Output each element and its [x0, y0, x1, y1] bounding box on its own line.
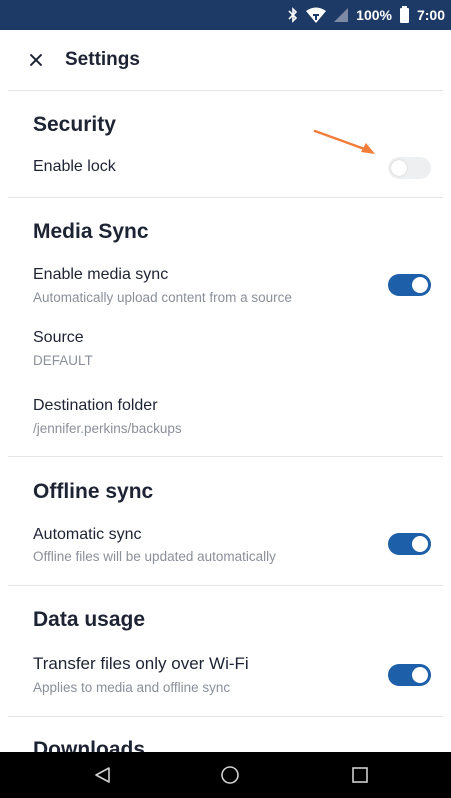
status-bar: 100% 7:00 — [0, 0, 451, 30]
app-header: Settings — [0, 30, 451, 90]
divider — [8, 716, 443, 717]
annotation-arrow — [313, 129, 375, 154]
source-value: DEFAULT — [33, 353, 93, 368]
recent-apps-icon[interactable] — [330, 752, 390, 798]
automatic-sync-label: Automatic sync — [33, 526, 142, 543]
automatic-sync-description: Offline files will be updated automatica… — [33, 549, 276, 564]
divider — [8, 197, 443, 198]
enable-media-sync-toggle[interactable] — [388, 274, 431, 296]
section-title-offline-sync: Offline sync — [33, 480, 154, 503]
clock: 7:00 — [416, 7, 445, 23]
enable-lock-label: Enable lock — [33, 158, 116, 175]
signal-icon — [334, 8, 349, 22]
battery-icon — [399, 5, 409, 23]
section-title-media-sync: Media Sync — [33, 220, 149, 243]
wifi-only-description: Applies to media and offline sync — [33, 680, 231, 695]
automatic-sync-toggle[interactable] — [388, 533, 431, 555]
toggle-knob — [412, 536, 428, 552]
toggle-knob — [412, 667, 428, 683]
wifi-only-label: Transfer files only over Wi-Fi — [33, 654, 249, 673]
wifi-icon — [306, 7, 327, 23]
section-title-security: Security — [33, 113, 116, 136]
divider — [8, 90, 443, 91]
wifi-only-toggle[interactable] — [388, 664, 431, 686]
back-icon[interactable] — [72, 752, 132, 798]
divider — [8, 456, 443, 457]
home-icon[interactable] — [200, 752, 260, 798]
destination-folder-value: /jennifer.perkins/backups — [33, 421, 182, 436]
source-label[interactable]: Source — [33, 329, 84, 347]
battery-percent: 100% — [356, 7, 392, 23]
close-icon[interactable] — [25, 49, 47, 71]
bluetooth-icon — [288, 7, 298, 23]
navigation-bar — [0, 752, 451, 798]
destination-folder-label[interactable]: Destination folder — [33, 397, 158, 415]
enable-media-sync-description: Automatically upload content from a sour… — [33, 290, 292, 305]
page-title: Settings — [65, 49, 140, 70]
enable-lock-toggle[interactable] — [388, 157, 431, 179]
toggle-knob — [412, 277, 428, 293]
enable-media-sync-label: Enable media sync — [33, 266, 169, 283]
toggle-knob — [391, 160, 407, 176]
section-title-data-usage: Data usage — [33, 608, 146, 631]
divider — [8, 585, 443, 586]
